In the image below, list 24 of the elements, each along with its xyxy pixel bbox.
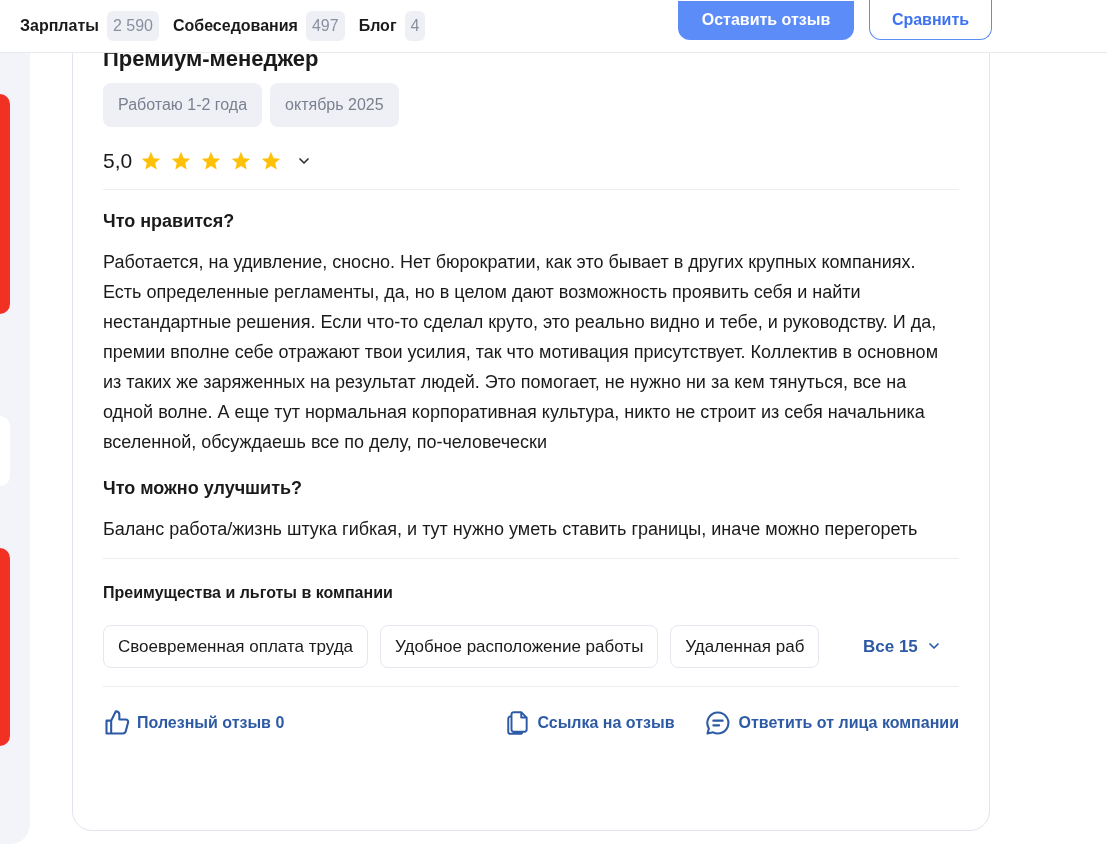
helpful-button[interactable]: Полезный отзыв 0 xyxy=(103,709,285,737)
tag: октябрь 2025 xyxy=(270,83,399,127)
thumbs-up-icon xyxy=(103,709,131,737)
section-heading: Что нравится? xyxy=(103,209,236,233)
section-heading: Что можно улучшить? xyxy=(103,476,304,500)
review-text: Работается, на удивление, сносно. Нет бюрократии, как это бывает в других крупных компаниях. Есть определенные регламенты, да, но в целом дают возможность проявить себя и найти нестандартные решения. Если что-то сделал круто, это реально видно и тебе, и руководству. И да, премии вполне себе отражают твои усилия, так что мотивация присутствует. Коллектив в основном из таких же заряженных на результат людей. Это помогает, не нужно ни за кем тянуться, все на одной волне. А еще тут нормальная корпоративная культура, никто не строит из себя начальника вселенной, обсуждаешь все по делу, по-человечески xyxy=(103,250,939,454)
compare-button[interactable]: Сравнить xyxy=(869,0,992,40)
count-badge: 2 590 xyxy=(106,11,159,41)
benefit-chip: Удобное расположение работы xyxy=(380,624,659,668)
rating-value: 5,0 xyxy=(103,148,133,174)
show-all-button[interactable]: Все 15 xyxy=(863,633,942,659)
nav-link[interactable]: Блог xyxy=(358,14,397,38)
benefit-chip: Своевременная оплата труда xyxy=(103,624,369,668)
benefits-heading: Преимущества и льготы в компании xyxy=(103,582,394,603)
reply-button[interactable]: Ответить от лица компании xyxy=(704,709,959,737)
review-link-button[interactable]: Ссылка на отзыв xyxy=(505,709,675,737)
tag: Работаю 1-2 года xyxy=(103,83,263,127)
review-title: Премиум-менеджер xyxy=(103,45,320,73)
nav-link[interactable]: Собеседования xyxy=(172,14,298,38)
review-text: Баланс работа/жизнь штука гибкая, и тут нужно уметь ставить границы, иначе можно перегореть xyxy=(103,517,919,541)
benefit-chip: Удаленная раб xyxy=(670,624,820,668)
nav-link[interactable]: Зарплаты xyxy=(20,14,99,38)
count-badge: 497 xyxy=(305,11,345,41)
count-badge: 4 xyxy=(404,11,426,41)
